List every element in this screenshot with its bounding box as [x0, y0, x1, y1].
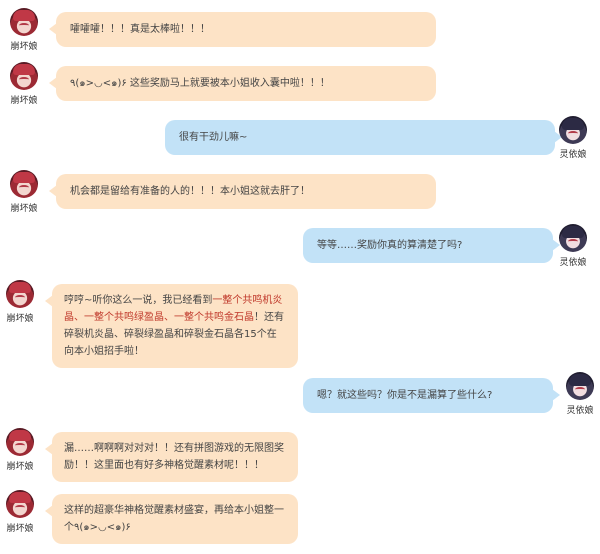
- message-bubble: 哼哼~听你这么一说，我已经看到一整个共鸣机炎晶、一整个共鸣绿盈晶、一整个共鸣金石…: [45, 284, 298, 368]
- message-bubble: 嗯？就这些吗？你是不是漏算了些什么?: [303, 378, 560, 413]
- message-text: 哼哼~听你这么一说，我已经看到: [64, 295, 213, 306]
- message-bubble: 这样的超豪华神格觉醒素材盛宴，再给本小姐整一个٩(๑>◡<๑)۶: [45, 494, 298, 544]
- avatar: [559, 116, 587, 144]
- speaker-name: 灵依娘: [566, 406, 594, 416]
- speaker-name: 崩坏娘: [10, 204, 38, 214]
- speaker-name: 崩坏娘: [6, 314, 34, 324]
- message-bubble: ٩(๑>◡<๑)۶ 这些奖励马上就要被本小姐收入囊中啦！！！: [49, 66, 436, 101]
- message-bubble: 漏……啊啊啊对对对！！还有拼图游戏的无限图奖励！！这里面也有好多神格觉醒素材呢！…: [45, 432, 298, 482]
- speaker-name: 崩坏娘: [10, 42, 38, 52]
- avatar-block-lingyiniang: 灵依娘: [553, 116, 593, 160]
- avatar-block-bengniang: 崩坏娘: [0, 280, 40, 324]
- avatar: [10, 62, 38, 90]
- avatar: [6, 490, 34, 518]
- speaker-name: 崩坏娘: [6, 524, 34, 534]
- avatar: [559, 224, 587, 252]
- avatar: [6, 280, 34, 308]
- message-bubble: 机会都是留给有准备的人的！！！本小姐这就去肝了！: [49, 174, 436, 209]
- avatar-block-bengniang: 崩坏娘: [4, 8, 44, 52]
- speaker-name: 崩坏娘: [10, 96, 38, 106]
- message-bubble: 等等……奖励你真的算清楚了吗?: [303, 228, 560, 263]
- message-bubble: 嚯嚯嚯！！！真是太棒啦！！！: [49, 12, 436, 47]
- avatar-block-bengniang: 崩坏娘: [4, 170, 44, 214]
- speaker-name: 崩坏娘: [6, 462, 34, 472]
- avatar-block-lingyiniang: 灵依娘: [553, 224, 593, 268]
- avatar-block-bengniang: 崩坏娘: [0, 490, 40, 534]
- avatar-block-lingyiniang: 灵依娘: [560, 372, 600, 416]
- avatar: [6, 428, 34, 456]
- avatar-block-bengniang: 崩坏娘: [0, 428, 40, 472]
- avatar-block-bengniang: 崩坏娘: [4, 62, 44, 106]
- speaker-name: 灵依娘: [559, 150, 587, 160]
- avatar: [10, 170, 38, 198]
- avatar: [10, 8, 38, 36]
- speaker-name: 灵依娘: [559, 258, 587, 268]
- message-bubble: 很有干劲儿嘛~: [165, 120, 562, 155]
- avatar: [566, 372, 594, 400]
